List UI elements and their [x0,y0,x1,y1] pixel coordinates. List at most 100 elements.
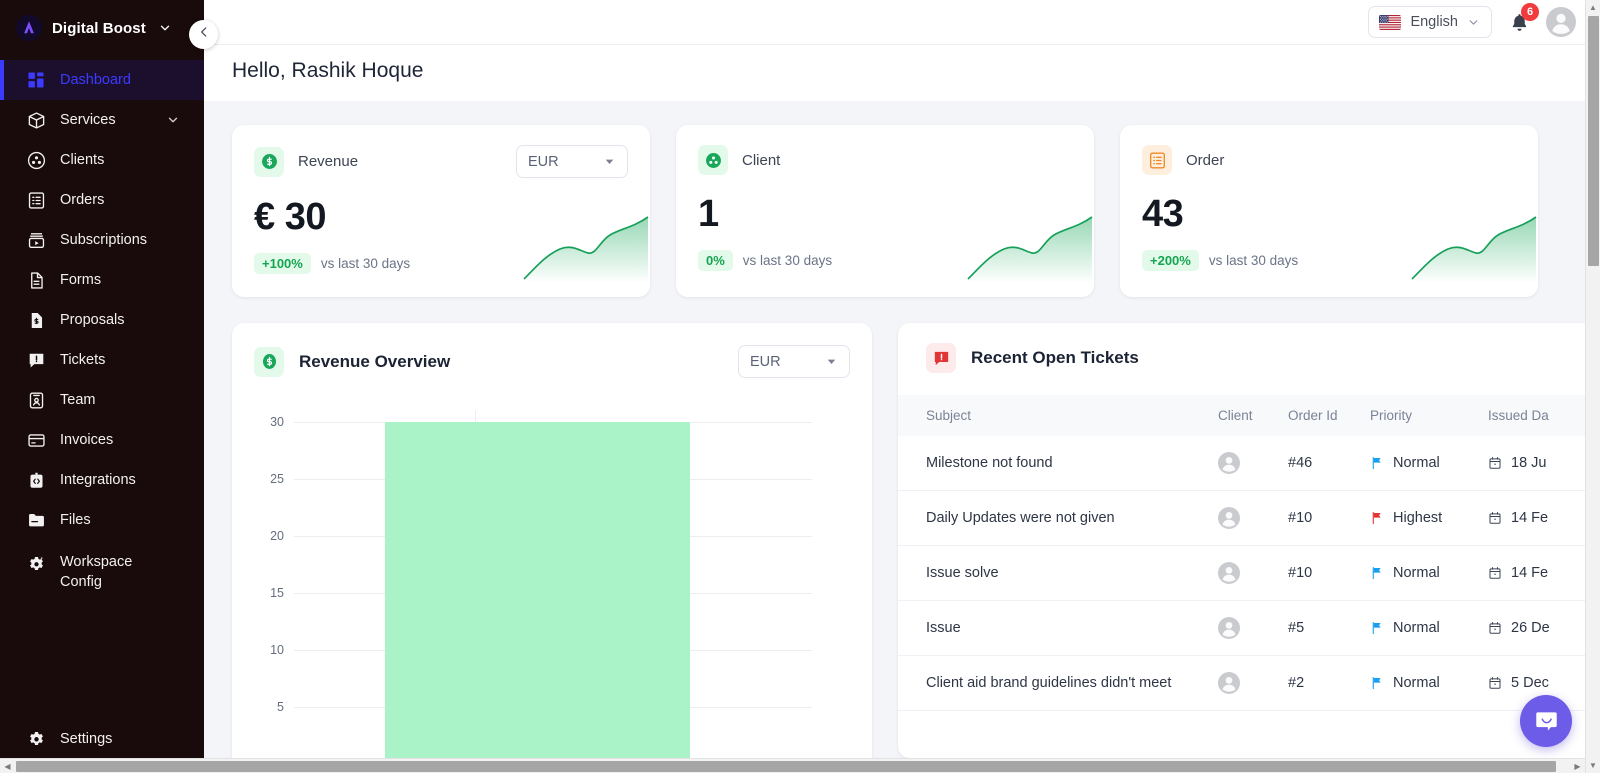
column-header-subject[interactable]: Subject [898,395,1218,436]
topbar: English 6 [204,0,1600,45]
code-plug-icon [26,470,46,490]
dollar-circle-icon [254,146,284,177]
greeting-bar: Hello, Rashik Hoque [204,45,1600,101]
sidebar-item-services[interactable]: Services [0,100,204,140]
document-dollar-icon [26,310,46,330]
stat-cards-row: Revenue EUR € 30 +100% vs last 30 days C… [232,125,1600,297]
chevron-down-icon[interactable] [158,21,172,35]
tickets-header-row: Subject Client Order Id Priority Issued … [898,395,1600,436]
table-row[interactable]: Daily Updates were not given #10 Highest… [898,490,1600,546]
sidebar-item-label: Proposals [60,312,125,328]
table-row[interactable]: Issue solve #10 Normal 14 Fe [898,545,1600,601]
notifications-button[interactable]: 6 [1506,3,1539,35]
currency-select-revenue-panel[interactable]: EUR [738,345,850,378]
sidebar-item-workspace-config[interactable]: Workspace Config [0,540,204,601]
sidebar-item-files[interactable]: Files [0,500,204,540]
tickets-table-body: Milestone not found #46 Normal 18 Ju Dai… [898,436,1600,711]
sidebar-item-label: Orders [60,192,105,208]
revenue-panel-title: Revenue Overview [299,351,451,371]
scroll-down-arrow-icon[interactable]: ▼ [1586,758,1600,773]
scroll-up-arrow-icon[interactable]: ▲ [1586,0,1600,15]
revenue-panel-header: Revenue Overview EUR [254,345,850,378]
folder-icon [26,510,46,530]
sidebar-item-tickets[interactable]: Tickets [0,340,204,380]
sidebar-item-subscriptions[interactable]: Subscriptions [0,220,204,260]
sidebar-item-team[interactable]: Team [0,380,204,420]
y-tick-label: 5 [277,700,284,714]
revenue-panel-header-left: Revenue Overview [254,346,451,377]
content-area: Revenue EUR € 30 +100% vs last 30 days C… [204,101,1600,773]
sidebar-item-integrations[interactable]: Integrations [0,460,204,500]
sidebar-item-dashboard[interactable]: Dashboard [0,60,204,100]
cell-subject: Issue [898,600,1218,656]
scroll-left-arrow-icon[interactable]: ◀ [0,759,15,773]
currency-select-revenue-card[interactable]: EUR [516,145,628,178]
chevron-down-icon [1467,16,1480,29]
sidebar-item-label: Forms [60,272,102,288]
people-circle-icon [26,150,46,170]
y-tick-label: 30 [270,415,284,429]
stat-card-change-note: vs last 30 days [742,253,833,268]
cell-priority: Normal [1370,600,1488,656]
cell-issued-date: 14 Fe [1488,490,1600,546]
sidebar-item-orders[interactable]: Orders [0,180,204,220]
cell-issued-date: 18 Ju [1488,436,1600,491]
cell-client [1218,436,1288,491]
chart-y-axis: 30 25 20 15 10 5 [254,410,284,773]
stat-card-header-left: Order [1142,145,1224,175]
revenue-chart: 30 25 20 15 10 5 [254,410,850,773]
sidebar-item-label: Settings [60,731,113,747]
chevron-down-icon[interactable] [166,113,180,127]
recent-open-tickets-panel: Recent Open Tickets Subject Client Order… [898,323,1600,758]
language-selector[interactable]: English [1368,6,1492,38]
gear-icon [26,729,46,749]
scroll-right-arrow-icon[interactable]: ▶ [1570,759,1585,773]
stat-card-change: +200% [1142,250,1199,271]
avatar[interactable] [1546,7,1576,37]
horizontal-scrollbar-thumb[interactable] [16,761,1556,772]
stat-card-header: Client [698,145,1072,175]
revenue-overview-panel: Revenue Overview EUR 30 25 20 15 10 5 [232,323,872,773]
brand-name: Digital Boost [52,19,146,37]
table-row[interactable]: Milestone not found #46 Normal 18 Ju [898,436,1600,491]
chat-widget-button[interactable] [1520,695,1572,747]
sidebar-item-settings[interactable]: Settings [0,719,204,759]
sidebar-item-clients[interactable]: Clients [0,140,204,180]
stat-card-header: Revenue EUR [254,145,628,178]
chart-bar[interactable] [385,422,690,773]
column-header-issued-date[interactable]: Issued Da [1488,395,1600,436]
user-avatar-icon [1218,672,1240,694]
issued-date-label: 18 Ju [1511,455,1547,471]
alert-chat-icon [926,343,956,373]
column-header-order-id[interactable]: Order Id [1288,395,1370,436]
stat-card-change: +100% [254,253,311,274]
column-header-priority[interactable]: Priority [1370,395,1488,436]
stat-card-title: Order [1186,151,1225,169]
chart-plot-area [294,410,812,773]
calendar-icon [1488,511,1502,525]
stat-card-client: Client 1 0% vs last 30 days [676,125,1094,297]
tickets-panel-header-left: Recent Open Tickets [926,343,1139,373]
caret-down-icon [825,355,838,368]
cell-issued-date: 14 Fe [1488,545,1600,601]
tickets-panel-header: Recent Open Tickets [898,343,1598,373]
list-box-icon [26,190,46,210]
sidebar-item-forms[interactable]: Forms [0,260,204,300]
table-row[interactable]: Client aid brand guidelines didn't meet … [898,655,1600,711]
vertical-scrollbar[interactable]: ▲ ▼ [1585,0,1600,773]
horizontal-scrollbar[interactable]: ◀ ▶ [0,758,1585,773]
tickets-table: Subject Client Order Id Priority Issued … [898,395,1600,711]
stat-card-change-note: vs last 30 days [1208,253,1299,268]
table-row[interactable]: Issue #5 Normal 26 De [898,600,1600,656]
sidebar-item-proposals[interactable]: Proposals [0,300,204,340]
vertical-scrollbar-thumb[interactable] [1588,16,1599,266]
sidebar-collapse-button[interactable] [189,20,218,49]
language-label: English [1410,14,1458,30]
brand-switcher[interactable]: Digital Boost [0,0,204,56]
cell-priority: Normal [1370,655,1488,711]
column-header-client[interactable]: Client [1218,395,1288,436]
box-icon [26,110,46,130]
user-avatar-icon [1218,507,1240,529]
sidebar-item-invoices[interactable]: Invoices [0,420,204,460]
priority-label: Normal [1393,675,1440,691]
